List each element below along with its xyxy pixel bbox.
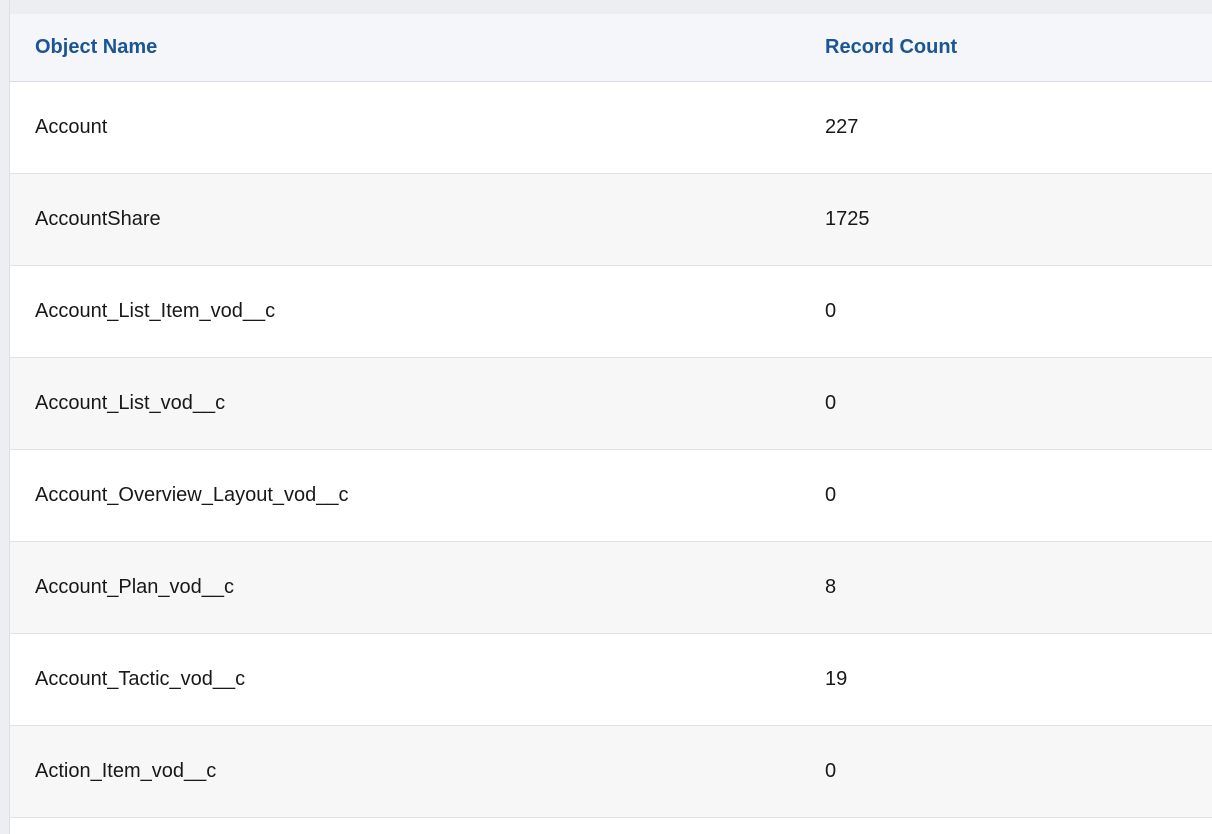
record-count-cell: 0 (800, 357, 1212, 450)
record-count-table-container: Object Name Record Count Account 227 Acc… (10, 14, 1212, 818)
object-name-cell: Account_Overview_Layout_vod__c (10, 449, 800, 542)
top-strip (0, 0, 1212, 14)
object-name-cell: Account_List_vod__c (10, 357, 800, 450)
page: Object Name Record Count Account 227 Acc… (0, 0, 1212, 834)
table-row: Account_Plan_vod__c 8 (10, 541, 1212, 634)
object-name-cell: Account_Plan_vod__c (10, 541, 800, 634)
table-row: Action_Item_vod__c 0 (10, 725, 1212, 818)
table-row: Account_List_Item_vod__c 0 (10, 265, 1212, 358)
object-name-cell: Account_Tactic_vod__c (10, 633, 800, 726)
record-count-cell: 1725 (800, 173, 1212, 266)
record-count-cell: 19 (800, 633, 1212, 726)
table-row: Account_List_vod__c 0 (10, 357, 1212, 450)
object-name-cell: Action_Item_vod__c (10, 725, 800, 818)
record-count-cell: 8 (800, 541, 1212, 634)
record-count-table: Object Name Record Count Account 227 Acc… (10, 14, 1212, 818)
table-row: Account_Tactic_vod__c 19 (10, 633, 1212, 726)
table-header: Object Name Record Count (10, 14, 1212, 82)
table-row: AccountShare 1725 (10, 173, 1212, 266)
record-count-cell: 0 (800, 725, 1212, 818)
table-row: Account 227 (10, 81, 1212, 174)
left-rail (0, 0, 10, 834)
column-header-record-count[interactable]: Record Count (800, 14, 1212, 82)
record-count-cell: 0 (800, 449, 1212, 542)
column-header-object-name[interactable]: Object Name (10, 14, 800, 82)
header-row: Object Name Record Count (10, 14, 1212, 82)
object-name-cell: Account (10, 81, 800, 174)
table-row: Account_Overview_Layout_vod__c 0 (10, 449, 1212, 542)
object-name-cell: Account_List_Item_vod__c (10, 265, 800, 358)
record-count-cell: 0 (800, 265, 1212, 358)
record-count-cell: 227 (800, 81, 1212, 174)
table-body: Account 227 AccountShare 1725 Account_Li… (10, 81, 1212, 818)
object-name-cell: AccountShare (10, 173, 800, 266)
